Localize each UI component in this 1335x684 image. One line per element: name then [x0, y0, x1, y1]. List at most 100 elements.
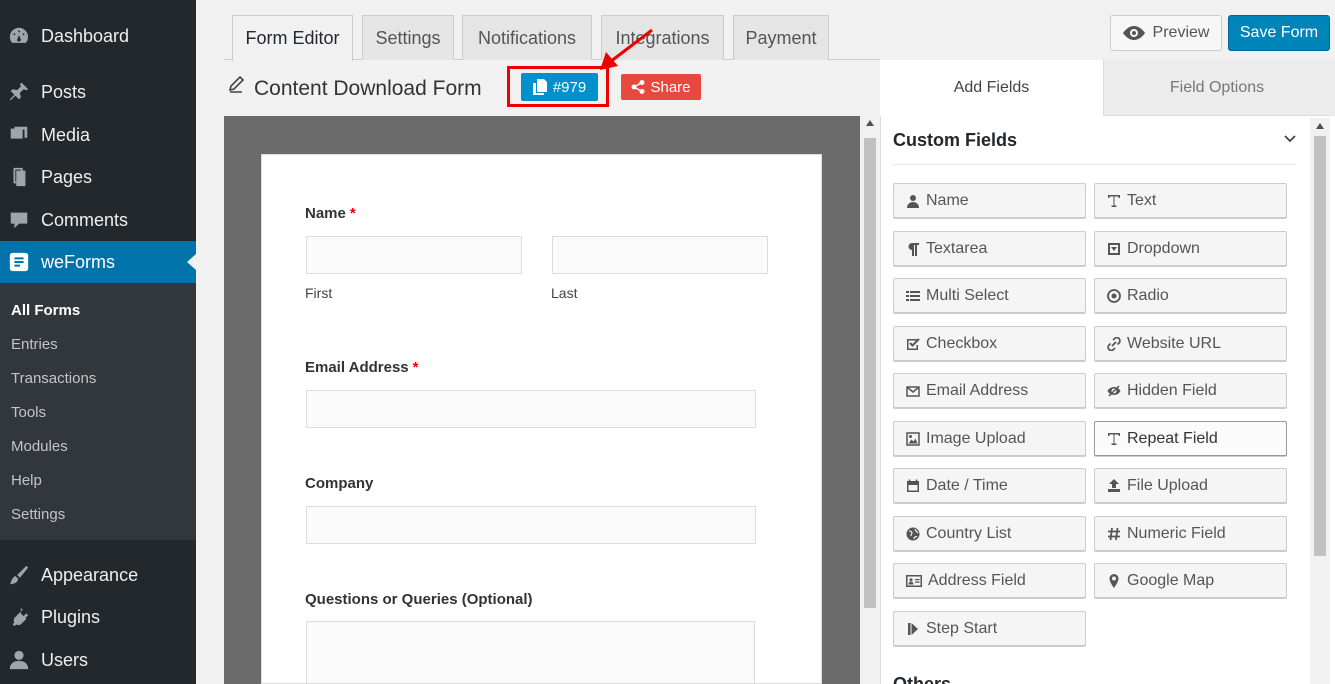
button-label: Email Address — [926, 381, 1029, 399]
canvas-scrollbar[interactable] — [862, 116, 878, 684]
menu-comments[interactable]: Comments — [0, 199, 196, 241]
form-id-button[interactable]: #979 — [521, 73, 598, 101]
brush-icon — [7, 563, 31, 587]
tab-payment[interactable]: Payment — [733, 15, 829, 60]
section-divider — [893, 164, 1296, 165]
upload-icon — [1108, 478, 1120, 492]
add-hidden-field-button[interactable]: Hidden Field — [1094, 373, 1287, 408]
others-section-title[interactable]: Others — [893, 674, 951, 684]
user-icon — [907, 194, 919, 208]
add-numeric-field-button[interactable]: Numeric Field — [1094, 516, 1287, 551]
pencil-icon[interactable] — [228, 76, 244, 94]
add-file-upload-field-button[interactable]: File Upload — [1094, 468, 1287, 503]
button-label: File Upload — [1127, 476, 1208, 494]
menu-appearance[interactable]: Appearance — [0, 554, 196, 596]
preview-label: Preview — [1152, 24, 1210, 41]
add-name-field-button[interactable]: Name — [893, 183, 1086, 218]
chevron-down-icon[interactable] — [1283, 132, 1297, 146]
add-country-list-field-button[interactable]: Country List — [893, 516, 1086, 551]
button-label: Image Upload — [926, 429, 1026, 447]
add-website-url-field-button[interactable]: Website URL — [1094, 326, 1287, 361]
preview-button[interactable]: Preview — [1110, 15, 1222, 51]
link-icon — [1107, 336, 1121, 351]
tab-add-fields[interactable]: Add Fields — [880, 60, 1104, 116]
menu-label: Plugins — [41, 606, 101, 627]
tab-field-options[interactable]: Field Options — [1104, 60, 1330, 116]
admin-sidebar: Dashboard Posts Media Pages Comments weF… — [0, 0, 196, 684]
step-forward-icon — [908, 622, 918, 635]
scroll-up-arrow[interactable] — [1316, 123, 1324, 129]
add-repeat-field-button[interactable]: Repeat Field — [1094, 421, 1287, 456]
email-input[interactable] — [306, 390, 756, 428]
email-field-label[interactable]: Email Address * — [305, 359, 419, 376]
add-text-field-button[interactable]: Text — [1094, 183, 1287, 218]
menu-posts[interactable]: Posts — [0, 71, 196, 113]
add-date-time-field-button[interactable]: Date / Time — [893, 468, 1086, 503]
form-id-label: #979 — [552, 78, 587, 96]
submenu-settings[interactable]: Settings — [11, 506, 65, 523]
add-image-upload-field-button[interactable]: Image Upload — [893, 421, 1086, 456]
user-icon — [7, 648, 31, 672]
add-textarea-field-button[interactable]: Textarea — [893, 231, 1086, 266]
custom-fields-title[interactable]: Custom Fields — [893, 130, 1017, 151]
form-title[interactable]: Content Download Form — [254, 77, 482, 101]
add-google-map-field-button[interactable]: Google Map — [1094, 563, 1287, 598]
questions-field-label[interactable]: Questions or Queries (Optional) — [305, 591, 533, 608]
company-input[interactable] — [306, 506, 756, 544]
menu-label: Pages — [41, 166, 93, 187]
tab-settings[interactable]: Settings — [362, 15, 454, 60]
name-field-label[interactable]: Name * — [305, 205, 356, 222]
add-multi-select-field-button[interactable]: Multi Select — [893, 278, 1086, 313]
menu-label: Users — [41, 649, 89, 670]
save-form-button[interactable]: Save Form — [1228, 15, 1330, 51]
dropdown-icon — [1108, 242, 1120, 255]
tab-notifications[interactable]: Notifications — [462, 15, 592, 60]
menu-dashboard[interactable]: Dashboard — [0, 15, 196, 57]
submenu-all-forms[interactable]: All Forms — [11, 302, 80, 319]
menu-plugins[interactable]: Plugins — [0, 596, 196, 638]
add-dropdown-field-button[interactable]: Dropdown — [1094, 231, 1287, 266]
scroll-up-arrow[interactable] — [866, 120, 874, 126]
last-name-input[interactable] — [552, 236, 768, 274]
submenu-help[interactable]: Help — [11, 472, 42, 489]
submenu-tools[interactable]: Tools — [11, 404, 46, 421]
menu-label: Dashboard — [41, 25, 130, 46]
last-sublabel: Last — [551, 285, 578, 301]
share-label: Share — [650, 78, 691, 96]
menu-media[interactable]: Media — [0, 114, 196, 156]
annotation-arrow — [600, 28, 653, 70]
tab-form-editor[interactable]: Form Editor — [232, 15, 353, 61]
menu-pages[interactable]: Pages — [0, 156, 196, 198]
submenu-entries[interactable]: Entries — [11, 336, 58, 353]
add-checkbox-field-button[interactable]: Checkbox — [893, 326, 1086, 361]
questions-textarea[interactable] — [306, 621, 755, 684]
button-label: Name — [926, 191, 969, 209]
share-button[interactable]: Share — [621, 74, 701, 100]
add-step-start-field-button[interactable]: Step Start — [893, 611, 1086, 646]
menu-label: Media — [41, 124, 91, 145]
scrollbar-thumb[interactable] — [864, 138, 876, 608]
button-label: Radio — [1127, 286, 1169, 304]
add-address-field-button[interactable]: Address Field — [893, 563, 1086, 598]
menu-users[interactable]: Users — [0, 639, 196, 681]
menu-label: Appearance — [41, 564, 139, 585]
add-radio-field-button[interactable]: Radio — [1094, 278, 1287, 313]
scrollbar-thumb[interactable] — [1314, 136, 1326, 556]
button-label: Address Field — [928, 571, 1026, 589]
menu-label: Posts — [41, 81, 87, 102]
button-label: Textarea — [926, 239, 988, 257]
panel-scrollbar[interactable] — [1310, 118, 1330, 684]
company-field-label[interactable]: Company — [305, 475, 373, 492]
button-label: Google Map — [1127, 571, 1215, 589]
menu-label: Comments — [41, 209, 129, 230]
menu-weforms[interactable]: weForms — [0, 241, 196, 283]
submenu-transactions[interactable]: Transactions — [11, 370, 96, 387]
first-name-input[interactable] — [306, 236, 522, 274]
weforms-submenu: All Forms Entries Transactions Tools Mod… — [0, 283, 196, 540]
panel-tab-strip — [1330, 60, 1335, 116]
media-icon — [7, 123, 31, 147]
submenu-modules[interactable]: Modules — [11, 438, 68, 455]
add-email-field-button[interactable]: Email Address — [893, 373, 1086, 408]
button-label: Dropdown — [1127, 239, 1200, 257]
eye-icon — [1122, 26, 1145, 40]
